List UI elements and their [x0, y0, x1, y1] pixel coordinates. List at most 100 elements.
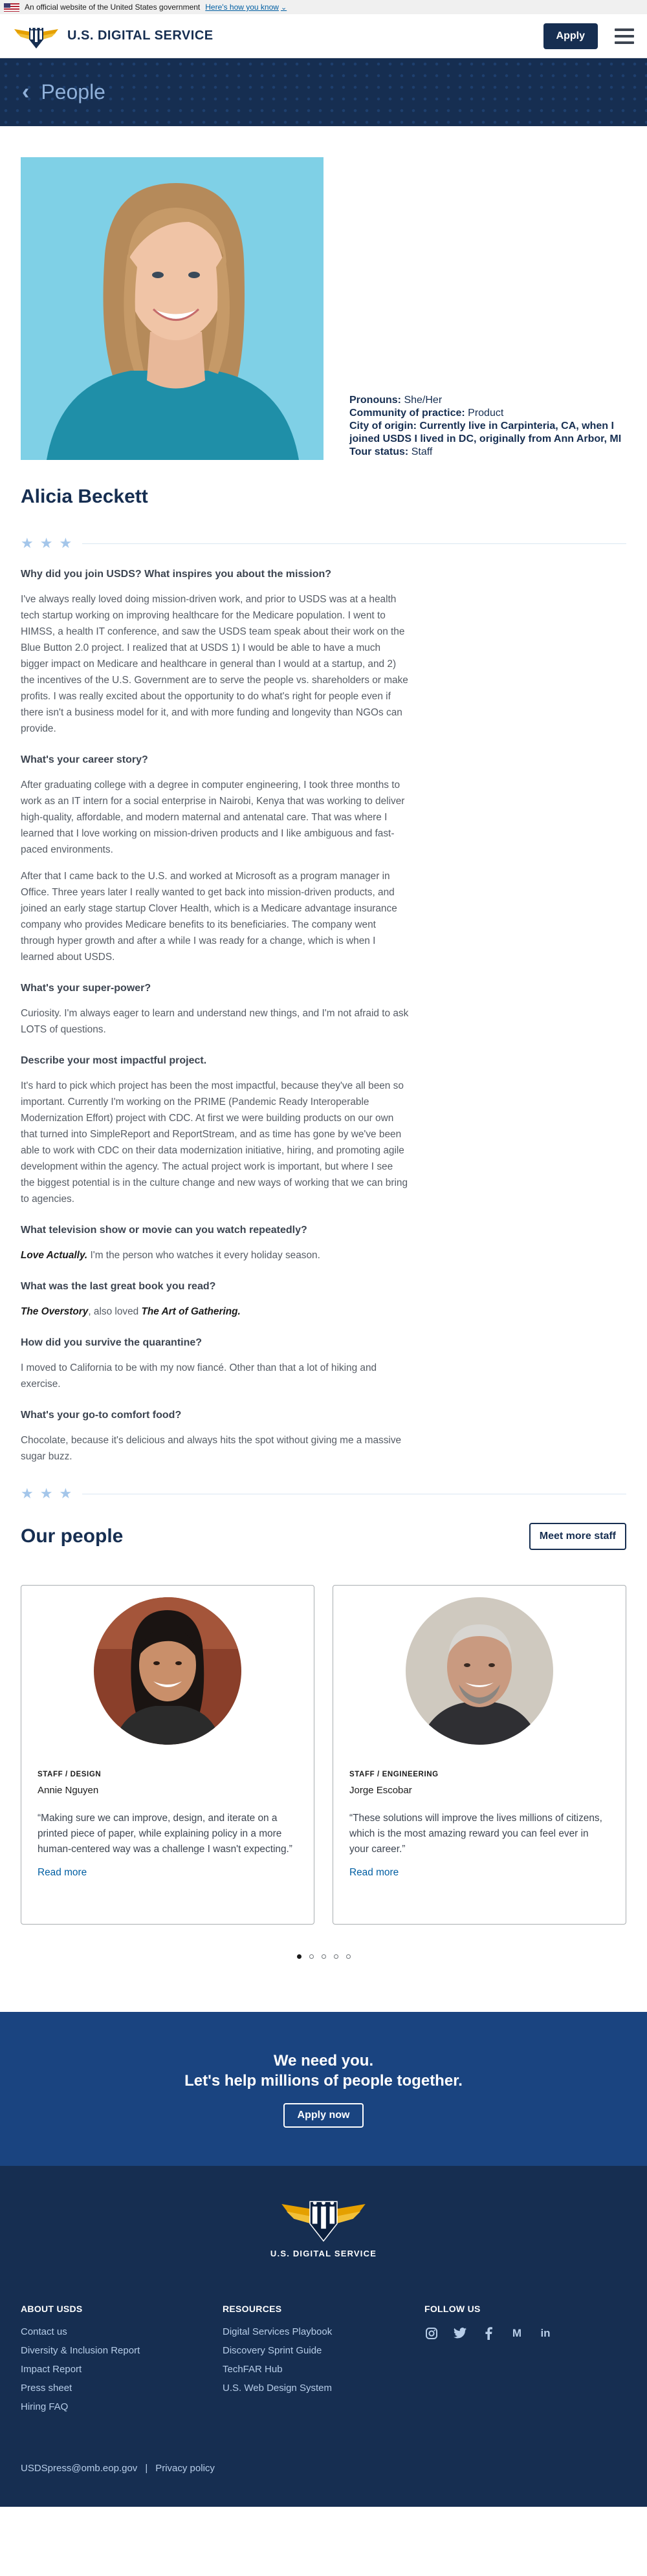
answer: Chocolate, because it's delicious and al…: [21, 1435, 402, 1462]
us-flag-icon: [4, 3, 19, 12]
carousel-dot[interactable]: [345, 1954, 351, 1959]
footer-follow-title: FOLLOW US: [424, 2304, 481, 2314]
answer: After that I came back to the U.S. and w…: [21, 871, 397, 963]
person-quote: “Making sure we can improve, design, and…: [38, 1813, 292, 1855]
cta-line-2: Let's help millions of people together.: [184, 2071, 463, 2090]
read-more-link[interactable]: Read more: [349, 1867, 609, 1879]
footer-link-uswds[interactable]: U.S. Web Design System: [223, 2383, 424, 2394]
tour-row: Tour status: Staff: [349, 446, 626, 459]
privacy-policy-link[interactable]: Privacy policy: [155, 2463, 215, 2474]
footer-brand-name: U.S. DIGITAL SERVICE: [270, 2249, 377, 2258]
question: What's your super-power?: [21, 983, 151, 994]
answer-title: Love Actually.: [21, 1250, 88, 1261]
carousel-pagination: [21, 1954, 626, 1959]
interview: Why did you join USDS? What inspires you…: [21, 569, 409, 1465]
footer-about-title: ABOUT USDS: [21, 2304, 83, 2314]
footer-link-press-sheet[interactable]: Press sheet: [21, 2383, 223, 2394]
footer-link-diversity-report[interactable]: Diversity & Inclusion Report: [21, 2345, 223, 2356]
chevron-down-icon: ⌄: [280, 3, 287, 12]
star-icon: ★: [59, 535, 72, 551]
carousel-dot[interactable]: [296, 1954, 302, 1959]
question: Why did you join USDS? What inspires you…: [21, 569, 332, 580]
chevron-left-icon[interactable]: ‹: [22, 80, 29, 105]
carousel-dot[interactable]: [309, 1954, 314, 1959]
person-photo: [94, 1597, 241, 1745]
our-people: ★ ★ ★ Our people Meet more staff STAFF /…: [0, 1487, 647, 1959]
community-value: Product: [468, 408, 504, 419]
hamburger-menu-icon[interactable]: [615, 28, 634, 44]
question: How did you survive the quarantine?: [21, 1337, 203, 1348]
linkedin-icon[interactable]: in: [538, 2326, 553, 2341]
twitter-icon[interactable]: [453, 2326, 467, 2341]
person-card: STAFF / DESIGN Annie Nguyen “Making sure…: [21, 1585, 314, 1925]
footer-link-contact[interactable]: Contact us: [21, 2326, 223, 2337]
city-label: City of origin:: [349, 420, 417, 431]
answer: The Overstory, also loved The Art of Gat…: [21, 1304, 409, 1320]
home-link[interactable]: U.S. DIGITAL SERVICE: [13, 23, 214, 50]
answer-title: The Overstory: [21, 1306, 89, 1317]
cta-line-1: We need you.: [273, 2051, 374, 2069]
read-more-link[interactable]: Read more: [38, 1867, 298, 1879]
question: What's your career story?: [21, 754, 148, 765]
answer: Curiosity. I'm always eager to learn and…: [21, 1008, 409, 1035]
header-actions: Apply: [543, 23, 634, 49]
people-carousel: STAFF / DESIGN Annie Nguyen “Making sure…: [21, 1585, 626, 1925]
star-icon: ★: [21, 535, 34, 551]
city-row: City of origin: Currently live in Carpin…: [349, 420, 626, 446]
site-footer: U.S. DIGITAL SERVICE ABOUT USDS Contact …: [0, 2166, 647, 2507]
footer-link-discovery-sprint[interactable]: Discovery Sprint Guide: [223, 2345, 424, 2356]
footer-link-techfar[interactable]: TechFAR Hub: [223, 2364, 424, 2375]
pronouns-label: Pronouns:: [349, 395, 401, 406]
instagram-icon[interactable]: [424, 2326, 439, 2341]
apply-cta: We need you. Let's help millions of peop…: [0, 2012, 647, 2166]
usds-eagle-logo-icon: [13, 23, 60, 50]
profile-meta: Pronouns: She/Her Community of practice:…: [349, 394, 626, 460]
medium-icon[interactable]: M: [510, 2326, 524, 2341]
heres-how-you-know-link[interactable]: Here's how you know ⌄: [205, 3, 287, 12]
pronouns-row: Pronouns: She/Her: [349, 394, 626, 407]
person-photo: [406, 1597, 553, 1745]
answer-title: The Art of Gathering.: [141, 1306, 241, 1317]
our-people-header: Our people Meet more staff: [21, 1523, 626, 1550]
person-name: Annie Nguyen: [38, 1785, 99, 1796]
footer-logo[interactable]: U.S. DIGITAL SERVICE: [21, 2192, 626, 2258]
footer-resources-title: RESOURCES: [223, 2304, 282, 2314]
answer: Love Actually. I'm the person who watche…: [21, 1247, 409, 1263]
person-card: STAFF / ENGINEERING Jorge Escobar “These…: [333, 1585, 626, 1925]
divider-line: [82, 543, 626, 544]
carousel-dot[interactable]: [321, 1954, 326, 1959]
footer-link-impact-report[interactable]: Impact Report: [21, 2364, 223, 2375]
footer-link-hiring-faq[interactable]: Hiring FAQ: [21, 2401, 223, 2412]
press-email-link[interactable]: USDSpress@omb.eop.gov: [21, 2463, 137, 2474]
our-people-title: Our people: [21, 1525, 124, 1547]
footer-about-column: ABOUT USDS Contact us Diversity & Inclus…: [21, 2304, 223, 2420]
footer-link-playbook[interactable]: Digital Services Playbook: [223, 2326, 424, 2337]
answer-text: , also loved: [88, 1306, 142, 1317]
meet-more-staff-button[interactable]: Meet more staff: [529, 1523, 626, 1550]
carousel-dot[interactable]: [333, 1954, 338, 1959]
person-role: STAFF / DESIGN: [38, 1771, 102, 1778]
footer-bottom: USDSpress@omb.eop.gov | Privacy policy: [21, 2463, 626, 2474]
stars-divider: ★ ★ ★: [21, 536, 626, 551]
cta-headline: We need you. Let's help millions of peop…: [184, 2051, 463, 2091]
star-icon: ★: [39, 535, 53, 551]
facebook-icon[interactable]: [481, 2326, 496, 2341]
brand-name: U.S. DIGITAL SERVICE: [67, 28, 214, 43]
profile: Pronouns: She/Her Community of practice:…: [0, 157, 647, 1465]
apply-now-button[interactable]: Apply now: [283, 2102, 364, 2128]
footer-follow-column: FOLLOW US M in: [424, 2304, 626, 2420]
gov-banner: An official website of the United States…: [0, 0, 647, 14]
footer-separator: |: [145, 2463, 148, 2474]
question: Describe your most impactful project.: [21, 1055, 207, 1066]
question: What television show or movie can you wa…: [21, 1225, 307, 1236]
apply-button[interactable]: Apply: [543, 23, 598, 49]
tour-value: Staff: [411, 446, 433, 457]
community-row: Community of practice: Product: [349, 407, 626, 420]
star-icon: ★: [21, 1485, 34, 1501]
site-header: U.S. DIGITAL SERVICE Apply: [0, 14, 647, 58]
star-icon: ★: [59, 1485, 72, 1501]
star-icon: ★: [39, 1485, 53, 1501]
profile-photo: [21, 157, 324, 460]
page-hero: ‹ People: [0, 58, 647, 126]
community-label: Community of practice:: [349, 408, 465, 419]
